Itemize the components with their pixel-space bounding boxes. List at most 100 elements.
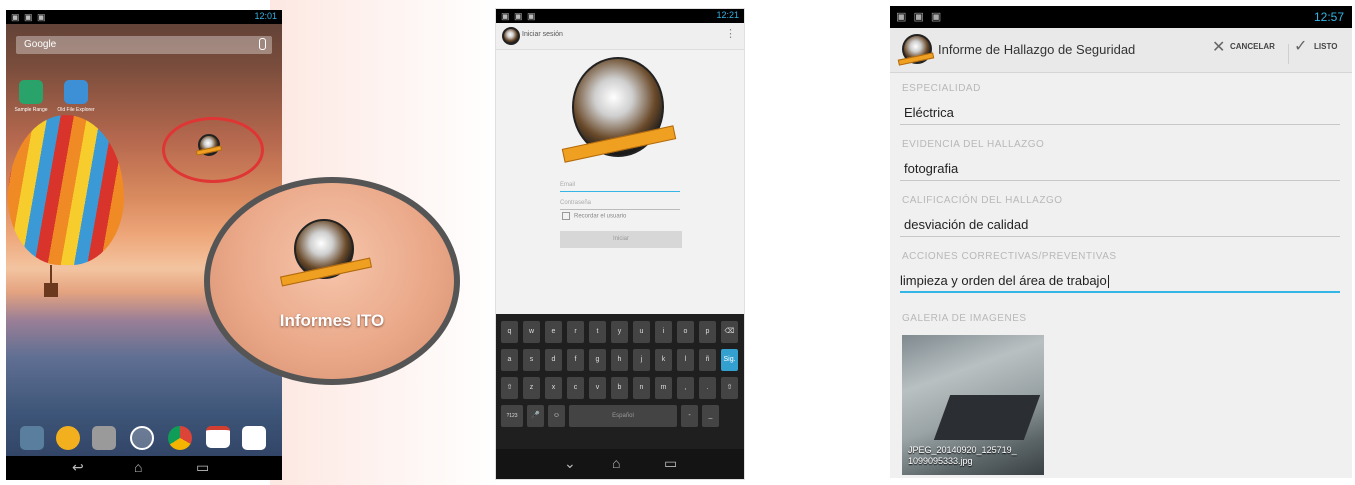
key-l[interactable]: l [677,349,694,371]
camera-icon[interactable] [92,426,116,450]
emoji-icon[interactable]: ☺ [548,405,565,427]
key-s[interactable]: s [523,349,540,371]
key-k[interactable]: k [655,349,672,371]
balloon-basket [44,283,58,297]
home-icon[interactable]: ⌂ [612,455,620,471]
balloon-wallpaper [8,115,124,265]
image-filename-line1: JPEG_20140920_125719_ [908,445,1017,455]
password-field[interactable]: Contraseña [560,191,680,210]
key-r[interactable]: r [567,321,584,343]
key-i[interactable]: i [655,321,672,343]
recent-apps-icon[interactable]: ▭ [664,455,677,472]
magnified-app-icon: Informes ITO [204,177,460,385]
app-drawer-icon[interactable] [130,426,154,450]
field-label-evidencia: EVIDENCIA DEL HALLAZGO [902,139,1045,150]
field-label-especialidad: ESPECIALIDAD [902,83,981,94]
app-logo-main [561,57,678,167]
app-label-explorer: Old File Explorer [57,107,95,113]
key-g[interactable]: g [589,349,606,371]
key-j[interactable]: j [633,349,650,371]
field-evidencia[interactable]: fotografia [904,161,958,176]
action-divider [1288,44,1289,64]
soft-keyboard: q w e r t y u i o p ⌫ a s d f g h j k l … [496,314,744,449]
key-q[interactable]: q [501,321,518,343]
key-underscore[interactable]: _ [702,405,719,427]
key-period[interactable]: . [699,377,716,399]
key-z[interactable]: z [523,377,540,399]
cancel-button[interactable]: CANCELAR [1230,42,1275,51]
email-placeholder: Email [560,182,576,188]
field-especialidad[interactable]: Eléctrica [904,105,954,120]
checkbox-icon[interactable] [562,212,570,220]
recent-apps-icon[interactable]: ▭ [196,459,209,476]
remember-user-checkbox[interactable]: Recordar el usuario [562,212,626,220]
key-e[interactable]: e [545,321,562,343]
done-button[interactable]: LISTO [1314,42,1337,51]
symbols-key[interactable]: ?123 [501,405,523,427]
field-label-calificacion: CALIFICACIÓN DEL HALLAZGO [902,195,1063,206]
key-b[interactable]: b [611,377,628,399]
back-icon[interactable]: ↩ [72,459,84,476]
check-icon[interactable]: ✓ [1294,36,1307,56]
gmail-icon[interactable] [206,426,230,448]
space-bar[interactable]: Español [569,405,677,427]
key-p[interactable]: p [699,321,716,343]
email-field[interactable]: Email [560,173,680,192]
app-logo-small [897,34,935,66]
key-n[interactable]: n [633,377,650,399]
key-h[interactable]: h [611,349,628,371]
key-dash[interactable]: - [681,405,698,427]
google-search-bar[interactable]: Google [16,36,272,54]
key-t[interactable]: t [589,321,606,343]
field-acciones[interactable]: limpieza y orden del área de trabajo [900,273,1109,289]
key-m[interactable]: m [655,377,672,399]
shift-icon[interactable]: ⇧ [501,377,518,399]
key-o[interactable]: o [677,321,694,343]
key-u[interactable]: u [633,321,650,343]
key-x[interactable]: x [545,377,562,399]
key-d[interactable]: d [545,349,562,371]
mic-icon[interactable]: 🎤 [527,405,544,427]
status-bar: ▣ ▣ ▣ 12:01 [6,10,282,24]
play-store-icon[interactable] [242,426,266,450]
music-icon[interactable] [56,426,80,450]
key-c[interactable]: c [567,377,584,399]
status-bar: ▣ ▣ ▣ 12:57 [890,6,1352,28]
app-icon-explorer[interactable] [64,80,88,104]
close-icon[interactable]: ✕ [1212,37,1225,57]
key-v[interactable]: v [589,377,606,399]
app-icon-sample[interactable] [19,80,43,104]
next-key[interactable]: Sig. [721,349,738,371]
report-form-screen: ▣ ▣ ▣ 12:57 Informe de Hallazgo de Segur… [890,6,1352,478]
image-filename: JPEG_20140920_125719_ 1099095333.jpg [908,445,1017,467]
key-n-tilde[interactable]: ñ [699,349,716,371]
overflow-menu-icon[interactable]: ⋮ [725,27,736,40]
key-f[interactable]: f [567,349,584,371]
status-bar: ▣ ▣ ▣ 12:21 [496,9,744,23]
key-w[interactable]: w [523,321,540,343]
field-acciones-text: limpieza y orden del área de trabajo [900,273,1107,288]
field-underline [900,124,1340,125]
mic-icon[interactable] [259,38,266,50]
password-placeholder: Contraseña [560,200,592,206]
status-time: 12:01 [254,11,277,21]
image-filename-line2: 1099095333.jpg [908,456,973,466]
backspace-icon[interactable]: ⌫ [721,321,738,343]
login-screen: ▣ ▣ ▣ 12:21 Iniciar sesión ⋮ Email Contr… [495,8,745,480]
app-logo-large [279,219,373,299]
field-calificacion[interactable]: desviación de calidad [904,217,1028,232]
gallery-image-thumbnail[interactable]: JPEG_20140920_125719_ 1099095333.jpg [902,335,1044,475]
key-a[interactable]: a [501,349,518,371]
dock-app-icon[interactable] [20,426,44,450]
key-comma[interactable]: , [677,377,694,399]
chrome-icon[interactable] [168,426,192,450]
notification-icons: ▣ ▣ ▣ [501,11,537,21]
home-icon[interactable]: ⌂ [134,459,142,475]
action-bar: Iniciar sesión ⋮ [496,23,744,50]
gallery-label: GALERIA DE IMAGENES [902,313,1027,324]
highlight-circle [162,117,264,183]
shift-icon-right[interactable]: ⇧ [721,377,738,399]
key-y[interactable]: y [611,321,628,343]
keyboard-hide-icon[interactable]: ⌄ [564,455,576,472]
signin-button[interactable]: Iniciar [560,231,682,248]
